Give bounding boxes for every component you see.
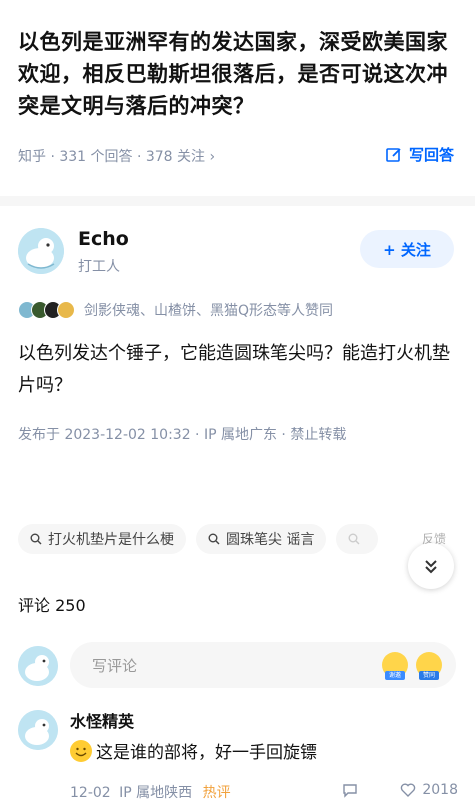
hot-comment-badge: 热评	[202, 785, 231, 800]
search-tag[interactable]: 圆珠笔尖 谣言	[196, 524, 327, 554]
related-search-tags: 打火机垫片是什么梗 圆珠笔尖 谣言	[18, 524, 475, 554]
comment-input-placeholder: 写评论	[92, 656, 138, 675]
emoji-badge-label: 赞同	[419, 671, 439, 680]
like-count: 2018	[422, 782, 458, 798]
write-answer-label: 写回答	[408, 146, 454, 164]
author-bio: 打工人	[78, 259, 120, 275]
avatar[interactable]	[18, 710, 58, 750]
comment-ip: IP 属地陕西	[119, 785, 193, 800]
search-icon	[208, 533, 220, 545]
collapse-button[interactable]	[408, 543, 454, 589]
smile-emoji-icon	[70, 739, 92, 762]
comment-date: 12-02	[70, 785, 111, 800]
question-title[interactable]: 以色列是亚洲罕有的发达国家，深受欧美国家欢迎，相反巴勒斯坦很落后，是否可说这次冲…	[18, 26, 458, 122]
author-name[interactable]: Echo	[78, 228, 129, 250]
post-meta: 发布于 2023-12-02 10:32 · IP 属地广东 · 禁止转载	[18, 427, 347, 443]
emoji-agree-icon[interactable]: 赞同	[416, 652, 442, 680]
upvoter-avatar	[57, 301, 75, 319]
search-tag[interactable]: 打火机垫片是什么梗	[18, 524, 186, 554]
write-answer-button[interactable]: 写回答	[385, 144, 454, 165]
avatar[interactable]	[18, 228, 64, 274]
section-divider	[0, 196, 475, 206]
emoji-thanks-icon[interactable]: 谢邀	[382, 652, 408, 680]
search-tag-label: 打火机垫片是什么梗	[48, 532, 174, 548]
comment-input-row: 写评论 谢邀 赞同	[18, 640, 458, 688]
search-icon	[30, 533, 42, 545]
comment-icon[interactable]	[342, 782, 358, 798]
comment-item: 水怪精英 这是谁的部将，好一手回旋镖 12-02 IP 属地陕西 热评 2018	[18, 706, 458, 800]
search-icon	[348, 533, 360, 545]
answer-author: Echo 打工人 + 关注	[18, 226, 458, 276]
upvoters-text: 剑影侠魂、山楂饼、黑猫Q形态等人赞同	[84, 303, 334, 319]
edit-icon	[386, 147, 401, 162]
avatar	[18, 646, 58, 686]
comment-text-body: 这是谁的部将，好一手回旋镖	[96, 743, 317, 763]
heart-icon[interactable]	[400, 782, 416, 798]
question-meta-row: 知乎 · 331 个回答 · 378 关注 › 写回答	[18, 146, 458, 168]
upvoter-avatars	[18, 301, 75, 319]
follow-button[interactable]: + 关注	[360, 230, 454, 268]
search-tag[interactable]	[336, 524, 379, 554]
question-stats[interactable]: 知乎 · 331 个回答 · 378 关注 ›	[18, 146, 215, 166]
chevron-double-down-icon	[425, 560, 437, 574]
emoji-badge-label: 谢邀	[385, 671, 405, 680]
search-tag-label: 圆珠笔尖 谣言	[226, 532, 315, 548]
comment-meta: 12-02 IP 属地陕西 热评	[70, 782, 231, 800]
question-header: 以色列是亚洲罕有的发达国家，深受欧美国家欢迎，相反巴勒斯坦很落后，是否可说这次冲…	[18, 26, 458, 122]
comment-text: 这是谁的部将，好一手回旋镖	[70, 738, 317, 763]
comments-count: 评论 250	[18, 596, 86, 615]
answer-body: 以色列发达个锤子，它能造圆珠笔尖吗？能造打火机垫片吗？	[18, 343, 450, 396]
upvoters-row[interactable]: 剑影侠魂、山楂饼、黑猫Q形态等人赞同	[18, 300, 333, 320]
comment-author[interactable]: 水怪精英	[70, 708, 134, 732]
comment-actions: 2018	[342, 782, 458, 798]
